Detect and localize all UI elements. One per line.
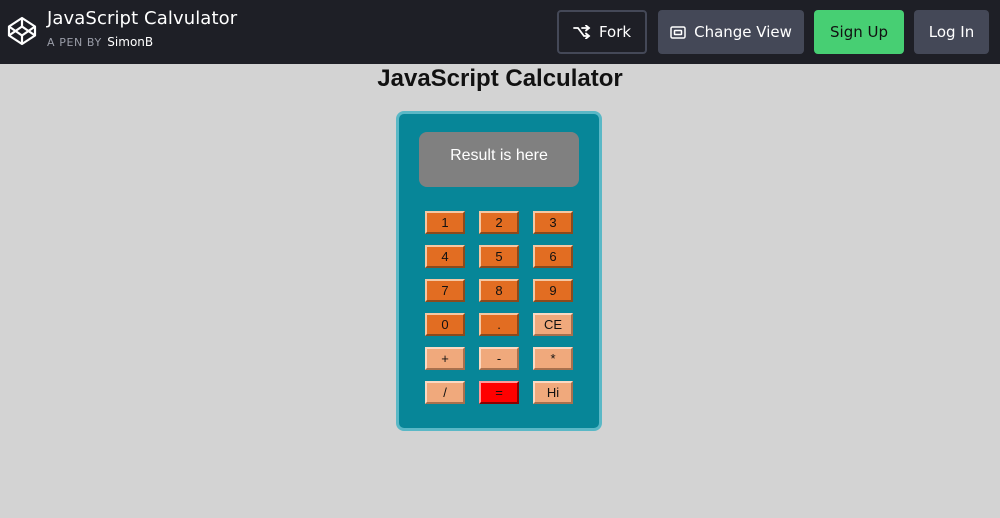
page-title: JavaScript Calculator xyxy=(377,65,623,92)
log-in-button[interactable]: Log In xyxy=(914,10,989,54)
key-clear[interactable]: CE xyxy=(533,313,573,336)
key-4[interactable]: 4 xyxy=(425,245,465,268)
key-equals[interactable]: = xyxy=(479,381,519,404)
key-9[interactable]: 9 xyxy=(533,279,573,302)
codepen-logo-icon[interactable] xyxy=(7,16,37,46)
key-multiply[interactable]: * xyxy=(533,347,573,370)
calculator: Result is here 1 2 3 4 5 6 7 8 9 0 . CE … xyxy=(396,111,602,431)
key-add[interactable]: + xyxy=(425,347,465,370)
byline-label: A PEN BY xyxy=(47,36,102,49)
key-2[interactable]: 2 xyxy=(479,211,519,234)
key-5[interactable]: 5 xyxy=(479,245,519,268)
top-bar: JavaScript Calvulator A PEN BY SimonB Fo… xyxy=(0,0,1000,64)
change-view-icon xyxy=(670,25,686,39)
key-1[interactable]: 1 xyxy=(425,211,465,234)
key-6[interactable]: 6 xyxy=(533,245,573,268)
key-3[interactable]: 3 xyxy=(533,211,573,234)
key-divide[interactable]: / xyxy=(425,381,465,404)
key-8[interactable]: 8 xyxy=(479,279,519,302)
sign-up-button[interactable]: Sign Up xyxy=(814,10,904,54)
fork-button[interactable]: Fork xyxy=(557,10,647,54)
key-hi[interactable]: Hi xyxy=(533,381,573,404)
key-7[interactable]: 7 xyxy=(425,279,465,302)
fork-icon xyxy=(573,25,591,39)
pen-title[interactable]: JavaScript Calvulator xyxy=(47,8,237,29)
pen-title-block: JavaScript Calvulator A PEN BY SimonB xyxy=(47,8,237,49)
key-0[interactable]: 0 xyxy=(425,313,465,336)
change-view-button[interactable]: Change View xyxy=(658,10,804,54)
pen-byline: A PEN BY SimonB xyxy=(47,35,237,49)
change-view-label: Change View xyxy=(694,23,792,41)
key-decimal[interactable]: . xyxy=(479,313,519,336)
key-subtract[interactable]: - xyxy=(479,347,519,370)
calculator-display: Result is here xyxy=(419,132,579,187)
author-link[interactable]: SimonB xyxy=(107,35,153,49)
fork-label: Fork xyxy=(598,23,632,41)
